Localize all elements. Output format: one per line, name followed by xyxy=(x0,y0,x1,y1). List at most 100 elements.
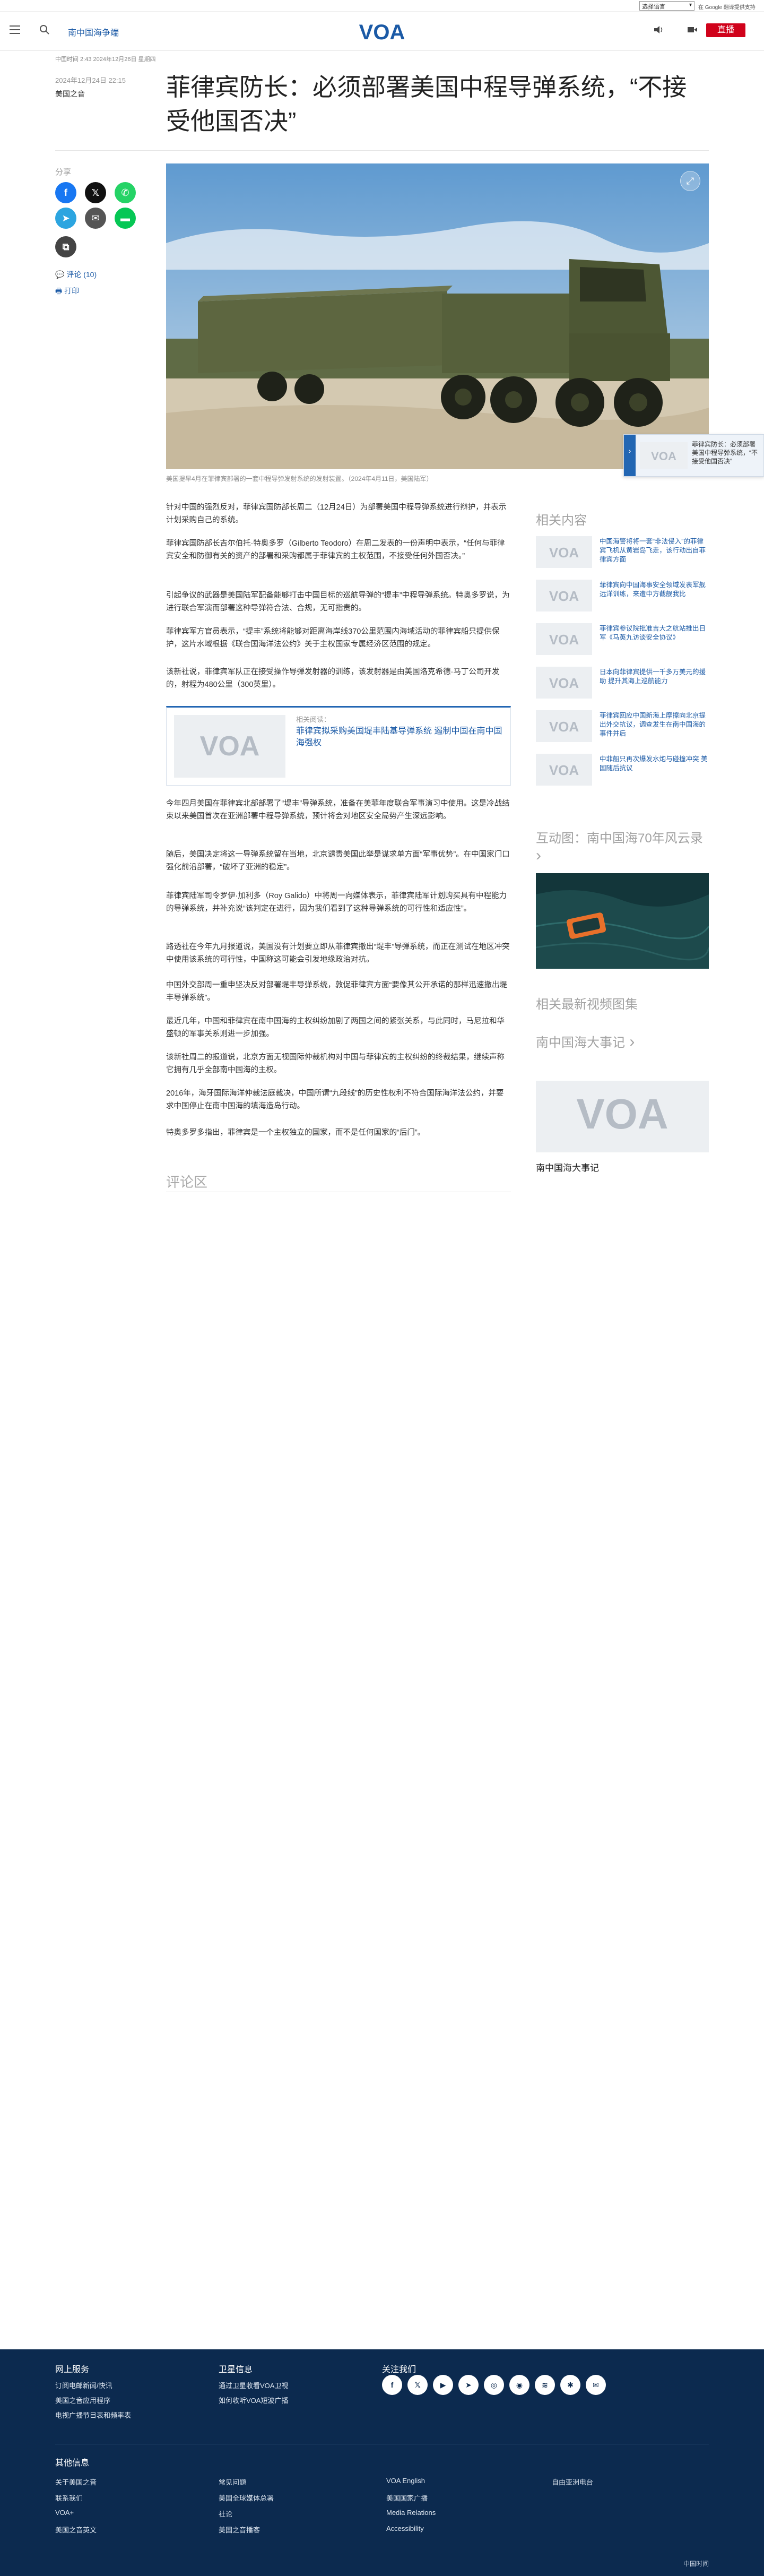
related-label: 相关阅读： xyxy=(296,716,331,723)
article-paragraph: 特奥多罗多指出，菲律宾是一个主权独立的国家，而不是任何国家的“后门”。 xyxy=(166,1128,426,1137)
voa-placeholder-thumb: VOA xyxy=(536,536,592,568)
voa-placeholder-thumb: VOA xyxy=(536,754,592,786)
audio-icon[interactable] xyxy=(653,24,664,35)
site-footer: 网上服务 订阅电邮新闻/快讯 美国之音应用程序 电视广播节目表和频率表 卫星信息… xyxy=(0,2349,764,2576)
article-paragraph: 中国外交部周一重申坚决反对部署堤丰导弹系统，敦促菲律宾方面“要像其公开承诺的那样… xyxy=(166,981,507,1002)
x-icon[interactable]: 𝕏 xyxy=(407,2375,428,2395)
chevron-right-icon[interactable]: › xyxy=(624,435,636,476)
footer-link[interactable]: Accessibility xyxy=(386,2525,424,2532)
related-item-title[interactable]: 日本向菲律宾提供一千多万美元的援助 提升其海上巡航能力 xyxy=(600,668,709,686)
related-item-title[interactable]: 菲律宾回应中国新海上摩擦向北京提出外交抗议，调查发生在南中国海的事件并后 xyxy=(600,711,709,738)
footer-link[interactable]: 关于美国之音 xyxy=(55,2477,97,2487)
footer-link[interactable]: 联系我们 xyxy=(55,2493,83,2503)
telegram-icon[interactable]: ➤ xyxy=(458,2375,479,2395)
related-article-card[interactable]: VOA 相关阅读： 菲律宾拟采购美国堤丰陆基导弹系统 遏制中国在南中国海强权 xyxy=(166,706,511,786)
footer-link[interactable]: 自由亚洲电台 xyxy=(552,2477,593,2487)
footer-link[interactable]: 电视广播节目表和频率表 xyxy=(55,2410,131,2420)
copy-link-icon[interactable]: ⧉ xyxy=(55,236,76,257)
list-item[interactable]: VOA 菲律宾参议院批准吉大之航站推出日军《马英九访谈安全协议》 xyxy=(536,623,709,655)
timeline-caption[interactable]: 南中国海大事记 xyxy=(536,1160,599,1174)
floating-article-card[interactable]: › VOA 菲律宾防长：必须部署美国中程导弹系统，“不接受他国否决” xyxy=(623,434,764,477)
related-content-heading: 相关内容 xyxy=(536,513,587,528)
article-paragraph: 菲律宾陆军司令罗伊·加利多（Roy Galido）中将周一向媒体表示，菲律宾陆军… xyxy=(166,892,507,913)
interactive-map-heading[interactable]: 互动图：南中国海70年风云录 xyxy=(536,829,709,865)
svg-text:VOA: VOA xyxy=(549,588,579,604)
svg-text:VOA: VOA xyxy=(200,731,260,762)
menu-icon[interactable] xyxy=(10,25,20,34)
live-button[interactable]: 直播 xyxy=(706,23,745,37)
list-item[interactable]: VOA 日本向菲律宾提供一千多万美元的援助 提升其海上巡航能力 xyxy=(536,667,709,699)
article-paragraph: 随后，美国决定将这一导弹系统留在当地，北京谴责美国此举是谋求单方面“军事优势”。… xyxy=(166,850,510,872)
footer-link[interactable]: 订阅电邮新闻/快讯 xyxy=(55,2380,112,2390)
voa-logo[interactable]: VOA xyxy=(355,20,409,44)
footer-link[interactable]: 美国之音播客 xyxy=(219,2525,260,2535)
list-item[interactable]: VOA 菲律宾向中国海事安全领域发表军舰远洋训练，来遭中方截舰我比 xyxy=(536,580,709,611)
svg-text:VOA: VOA xyxy=(651,450,676,463)
list-item[interactable]: VOA 中菲船只再次爆发水炮与碰撞冲突 美国随后抗议 xyxy=(536,754,709,786)
svg-text:VOA: VOA xyxy=(549,632,579,648)
instagram-icon[interactable]: ◎ xyxy=(484,2375,504,2395)
sea-photo xyxy=(536,873,709,969)
telegram-share-icon[interactable]: ➤ xyxy=(55,208,76,229)
share-label: 分享 xyxy=(55,168,72,177)
related-item-title[interactable]: 中菲船只再次爆发水炮与碰撞冲突 美国随后抗议 xyxy=(600,755,709,773)
south-china-sea-image[interactable] xyxy=(536,873,709,969)
footer-link[interactable]: VOA English xyxy=(386,2477,425,2485)
related-item-title[interactable]: 中国海警将将一套“非法侵入”的菲律宾飞机从黄岩岛飞走，该行动出自菲律宾方面 xyxy=(600,537,709,564)
related-item-title[interactable]: 菲律宾向中国海事安全领域发表军舰远洋训练，来遭中方截舰我比 xyxy=(600,581,709,599)
search-icon[interactable] xyxy=(39,24,50,35)
mail-icon[interactable]: ✉ xyxy=(586,2375,606,2395)
footer-online-heading: 网上服务 xyxy=(55,2365,90,2374)
footer-link[interactable]: 通过卫星收看VOA卫视 xyxy=(219,2380,288,2390)
footer-link[interactable]: 美国全球媒体总署 xyxy=(219,2493,274,2503)
article-paragraph: 路透社在今年九月报道说，美国没有计划要立即从菲律宾撤出“堤丰”导弹系统，而正在测… xyxy=(166,943,510,964)
translate-note[interactable]: 在 Google 翻译提供支持 xyxy=(698,3,756,11)
print-link[interactable]: 🖶 打印 xyxy=(55,286,79,298)
list-item[interactable]: VOA 菲律宾回应中国新海上摩擦向北京提出外交抗议，调查发生在南中国海的事件并后 xyxy=(536,710,709,742)
list-item[interactable]: VOA 中国海警将将一套“非法侵入”的菲律宾飞机从黄岩岛飞走，该行动出自菲律宾方… xyxy=(536,536,709,568)
page-title: 菲律宾防长：必须部署美国中程导弹系统，“不接受他国否决” xyxy=(166,73,687,135)
footer-link[interactable]: 美国国家广播 xyxy=(386,2493,428,2503)
article-source[interactable]: 美国之音 xyxy=(55,89,85,99)
current-time: 中国时间 2:43 2024年12月26日 星期四 xyxy=(55,56,156,63)
section-link[interactable]: 南中国海争端 xyxy=(68,25,119,38)
youtube-icon[interactable]: ▶ xyxy=(433,2375,453,2395)
language-select[interactable]: 选择语言 xyxy=(639,1,694,11)
voa-placeholder-thumb[interactable]: VOA xyxy=(536,1081,709,1152)
podcast-icon[interactable]: ◉ xyxy=(509,2375,529,2395)
footer-link[interactable]: 美国之音英文 xyxy=(55,2525,97,2535)
related-item-title[interactable]: 菲律宾参议院批准吉大之航站推出日军《马英九访谈安全协议》 xyxy=(600,624,709,642)
footer-link[interactable]: 如何收听VOA短波广播 xyxy=(219,2395,288,2405)
timeline-heading[interactable]: 南中国海大事记 xyxy=(536,1032,635,1051)
facebook-share-icon[interactable]: f xyxy=(55,182,76,203)
comments-link[interactable]: 💬 评论 (10) xyxy=(55,269,97,280)
svg-text:VOA: VOA xyxy=(549,762,579,778)
app-icon[interactable]: ✱ xyxy=(560,2375,580,2395)
voa-placeholder-thumb: VOA xyxy=(536,580,592,611)
line-share-icon[interactable]: ▬ xyxy=(115,208,136,229)
floating-card-title: 菲律宾防长：必须部署美国中程导弹系统，“不接受他国否决” xyxy=(692,441,758,465)
rss-icon[interactable]: ≋ xyxy=(535,2375,555,2395)
article-paragraph: 该新社周二的报道说，北京方面无视国际仲裁机构对中国与菲律宾的主权纠纷的终裁结果，… xyxy=(166,1053,505,1074)
email-share-icon[interactable]: ✉ xyxy=(85,208,106,229)
footer-follow-heading: 关注我们 xyxy=(382,2365,416,2374)
article-paragraph: 针对中国的强烈反对，菲律宾国防部长周二（12月24日）为部署美国中程导弹系统进行… xyxy=(166,503,507,524)
related-article-title[interactable]: 菲律宾拟采购美国堤丰陆基导弹系统 遏制中国在南中国海强权 xyxy=(296,726,503,749)
article-paragraph: 引起争议的武器是美国陆军配备能够打击中国目标的巡航导弹的“提丰”中程导弹系统。特… xyxy=(166,591,510,613)
fullscreen-icon[interactable]: ⤢ xyxy=(680,171,700,191)
facebook-icon[interactable]: f xyxy=(382,2375,402,2395)
footer-link[interactable]: 社论 xyxy=(219,2509,232,2519)
x-share-icon[interactable]: 𝕏 xyxy=(85,182,106,203)
voa-placeholder-thumb: VOA xyxy=(174,715,285,778)
divider xyxy=(55,150,709,151)
footer-timezone: 中国时间 xyxy=(683,2560,709,2568)
svg-text:VOA: VOA xyxy=(549,545,579,561)
footer-link[interactable]: Media Relations xyxy=(386,2509,436,2517)
footer-link[interactable]: VOA+ xyxy=(55,2509,74,2517)
footer-link[interactable]: 常见问题 xyxy=(219,2477,246,2487)
article-paragraph: 菲律宾军方官员表示，“提丰”系统将能够对距离海岸线370公里范围内海域活动的菲律… xyxy=(166,627,500,649)
footer-link[interactable]: 美国之音应用程序 xyxy=(55,2395,110,2405)
video-icon[interactable] xyxy=(687,24,698,35)
article-paragraph: 菲律宾国防部长吉尔伯托·特奥多罗（Gilberto Teodoro）在周二发表的… xyxy=(166,539,505,561)
whatsapp-share-icon[interactable]: ✆ xyxy=(115,182,136,203)
